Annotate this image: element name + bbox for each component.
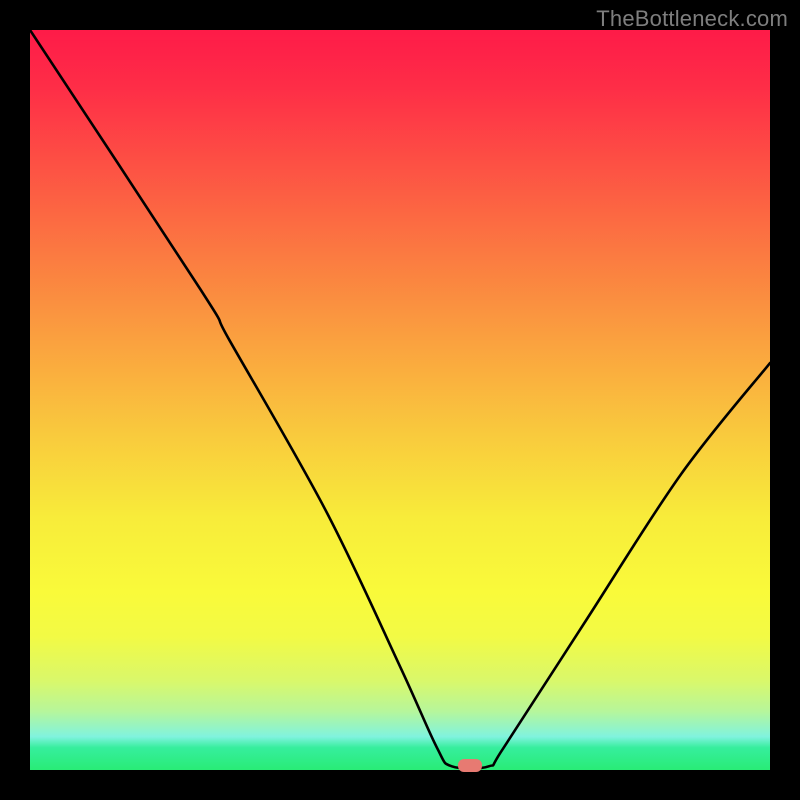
- chart-svg: [30, 30, 770, 770]
- plot-area: [30, 30, 770, 770]
- gradient-background: [30, 30, 770, 770]
- optimal-marker: [458, 759, 482, 772]
- watermark-text: TheBottleneck.com: [596, 6, 788, 32]
- chart-frame: TheBottleneck.com: [0, 0, 800, 800]
